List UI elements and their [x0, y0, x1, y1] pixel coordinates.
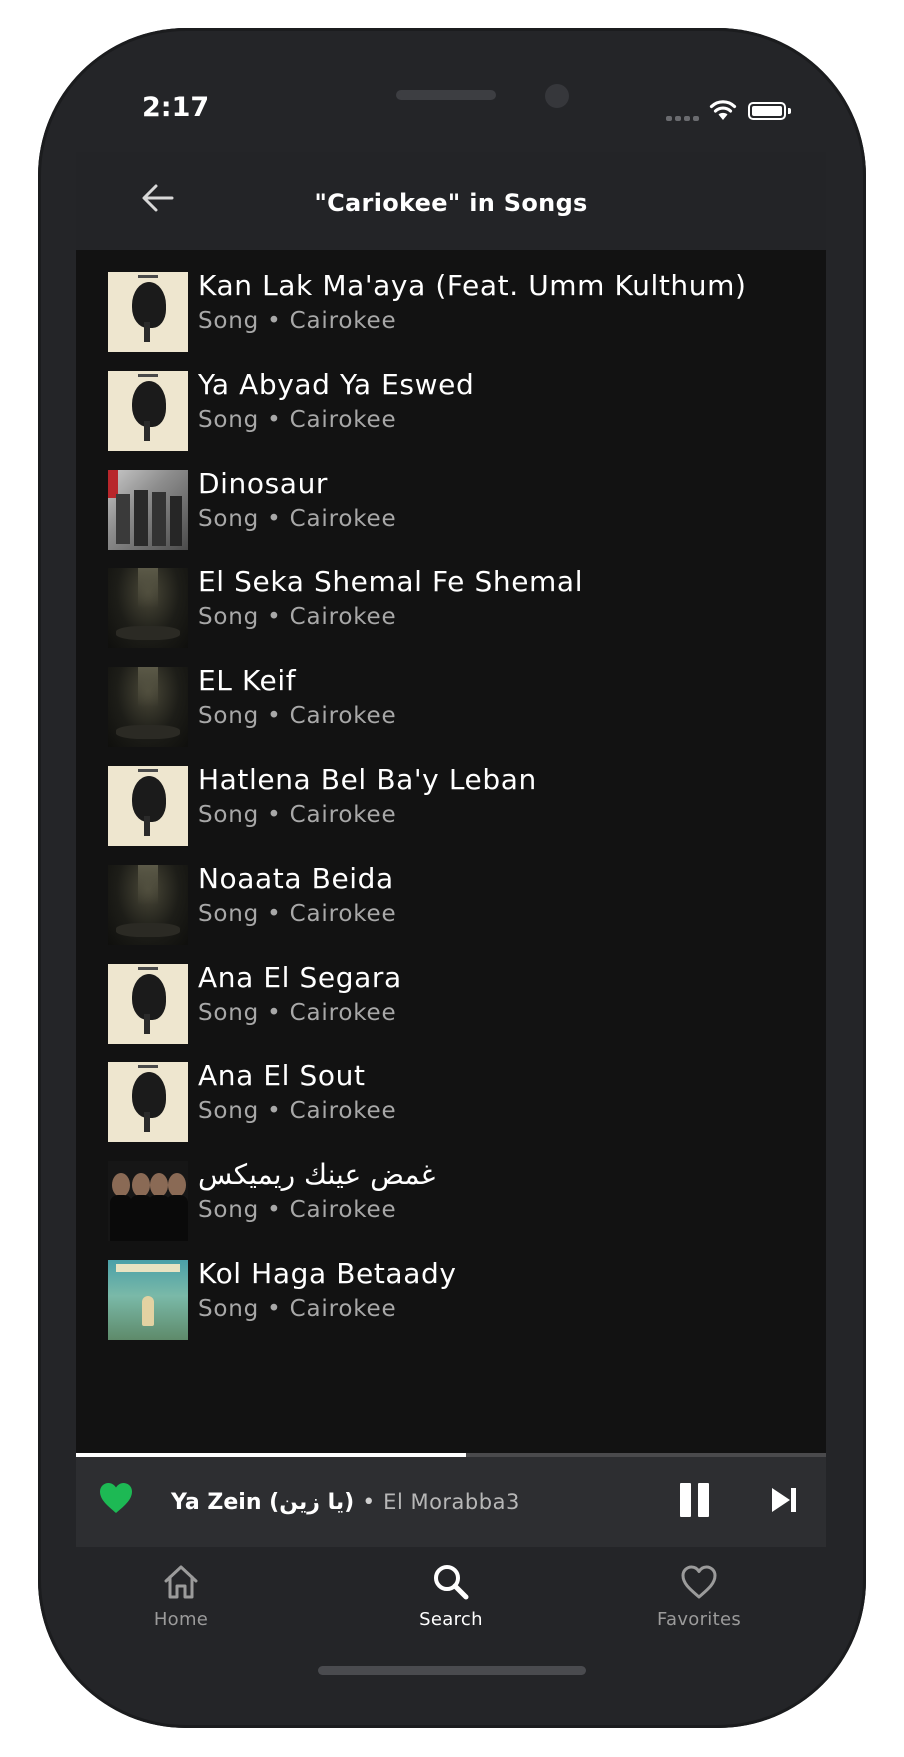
song-row[interactable]: Dinosaur Song • Cairokee — [76, 444, 826, 554]
song-title: Kol Haga Betaady — [198, 1257, 457, 1290]
song-subtitle: Song • Cairokee — [198, 604, 397, 631]
tab-favorites[interactable]: Favorites — [624, 1559, 774, 1645]
album-art-thumbnail — [108, 469, 188, 550]
song-title: غمض عينك ريميكس — [198, 1158, 436, 1192]
wifi-icon — [709, 100, 737, 120]
now-playing-artist: El Morabba3 — [383, 1490, 520, 1514]
song-row[interactable]: غمض عينك ريميكس Song • Cairokee — [76, 1135, 826, 1245]
song-title: Hatlena Bel Ba'y Leban — [198, 763, 537, 796]
song-title: Ana El Sout — [198, 1059, 366, 1093]
song-subtitle: Song • Cairokee — [198, 802, 397, 828]
album-art-thumbnail — [108, 272, 188, 352]
album-art-thumbnail — [108, 766, 188, 846]
home-icon — [164, 1565, 198, 1599]
song-subtitle: Song • Cairokee — [198, 999, 397, 1026]
song-subtitle: Song • Cairokee — [198, 1197, 397, 1224]
song-title: Noaata Beida — [198, 861, 394, 895]
battery-icon — [748, 102, 786, 120]
song-subtitle: Song • Cairokee — [198, 1098, 397, 1125]
song-title: Dinosaur — [198, 466, 329, 500]
song-row[interactable]: Ana El Segara Song • Cairokee — [76, 938, 826, 1048]
now-playing-bar[interactable]: Ya Zein (يا زين) • El Morabba3 — [76, 1457, 826, 1547]
song-row[interactable]: EL Keif Song • Cairokee — [76, 641, 826, 751]
album-art-thumbnail — [108, 1062, 188, 1143]
now-playing-title: Ya Zein (يا زين) — [171, 1489, 355, 1515]
album-art-thumbnail — [108, 667, 188, 748]
home-indicator — [318, 1666, 586, 1675]
song-row[interactable]: Kan Lak Ma'aya (Feat. Umm Kulthum) Song •… — [76, 250, 826, 356]
status-time: 2:17 — [142, 92, 210, 123]
tab-home-label: Home — [153, 1609, 209, 1630]
now-playing-separator: • — [362, 1489, 376, 1515]
album-art-thumbnail — [108, 568, 188, 649]
album-art-thumbnail — [108, 370, 188, 451]
song-results-list[interactable]: Kan Lak Ma'aya (Feat. Umm Kulthum) Song •… — [76, 250, 826, 1453]
tab-favorites-label: Favorites — [656, 1609, 741, 1630]
song-row[interactable]: Hatlena Bel Ba'y Leban Song • Cairokee — [76, 740, 826, 850]
heart-filled-icon[interactable] — [98, 1481, 134, 1515]
song-subtitle: Song • Cairokee — [198, 406, 397, 433]
album-art-thumbnail — [108, 963, 188, 1044]
heart-outline-icon — [681, 1565, 717, 1599]
song-title: EL Keif — [198, 664, 297, 698]
song-subtitle: Song • Cairokee — [198, 1296, 397, 1322]
front-camera — [545, 84, 569, 108]
speaker-grille — [396, 90, 496, 100]
song-row[interactable]: Kol Haga Betaady Song • Cairokee — [76, 1234, 826, 1344]
search-icon — [434, 1565, 469, 1600]
song-row[interactable]: Ana El Sout Song • Cairokee — [76, 1036, 826, 1146]
song-row[interactable]: Noaata Beida Song • Cairokee — [76, 839, 826, 949]
album-art-thumbnail — [108, 1260, 188, 1340]
song-subtitle: Song • Cairokee — [198, 900, 397, 927]
tab-home[interactable]: Home — [106, 1559, 256, 1645]
page-title: "Cariokee" in Songs — [314, 189, 588, 217]
song-subtitle: Song • Cairokee — [198, 703, 397, 730]
album-art-thumbnail — [108, 864, 188, 945]
song-title: El Seka Shemal Fe Shemal — [198, 565, 584, 599]
song-subtitle: Song • Cairokee — [198, 505, 397, 532]
skip-next-icon[interactable] — [769, 1485, 799, 1515]
tab-search[interactable]: Search — [376, 1559, 526, 1645]
song-row[interactable]: El Seka Shemal Fe Shemal Song • Cairokee — [76, 542, 826, 652]
pause-icon — [680, 1483, 691, 1517]
song-title: Kan Lak Ma'aya (Feat. Umm Kulthum) — [198, 269, 747, 302]
now-playing-info[interactable]: Ya Zein (يا زين) • El Morabba3 — [171, 1457, 520, 1547]
song-row[interactable]: Ya Abyad Ya Eswed Song • Cairokee — [76, 345, 826, 455]
song-title: Ya Abyad Ya Eswed — [198, 367, 475, 401]
song-title: Ana El Segara — [198, 960, 402, 994]
song-subtitle: Song • Cairokee — [198, 308, 397, 334]
pause-button[interactable] — [680, 1483, 712, 1519]
tab-search-label: Search — [419, 1609, 483, 1630]
signal-icon — [666, 116, 699, 121]
album-art-thumbnail — [108, 1161, 188, 1242]
app-header: "Cariokee" in Songs — [76, 152, 826, 250]
bottom-tab-bar: Home Search Favorites — [76, 1547, 826, 1667]
